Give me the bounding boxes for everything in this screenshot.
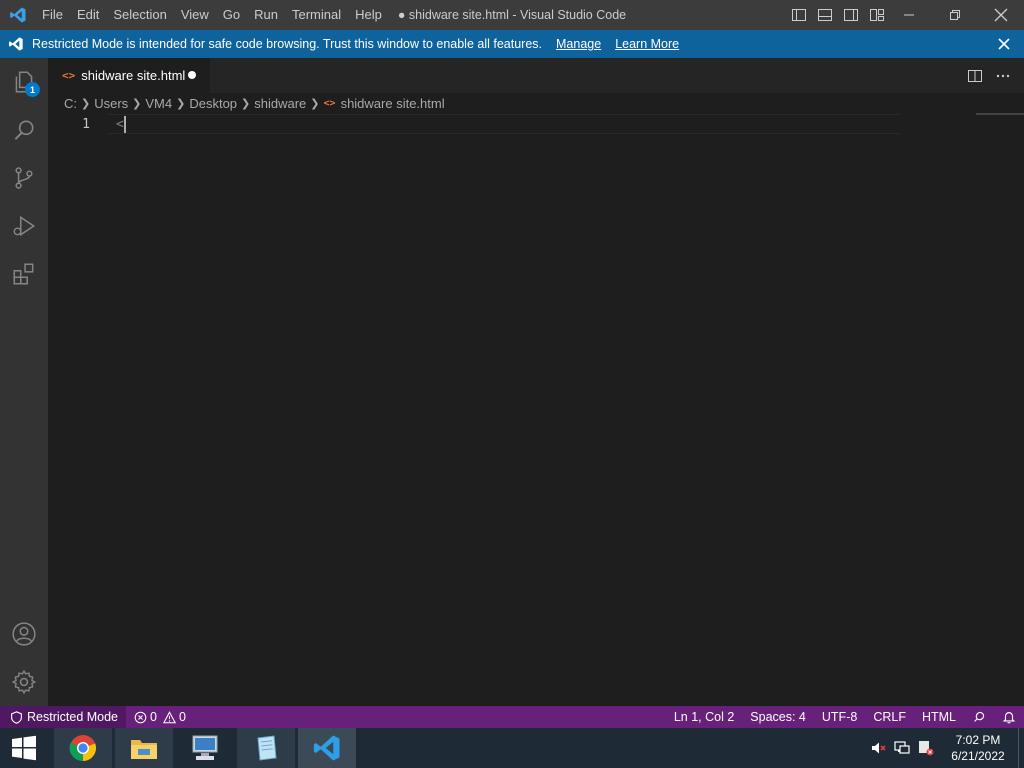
breadcrumb-drive[interactable]: C:: [64, 96, 77, 111]
breadcrumb-file[interactable]: shidware site.html: [341, 96, 445, 111]
split-editor-icon[interactable]: [966, 67, 984, 85]
html-file-icon: <>: [62, 69, 76, 82]
close-window-icon[interactable]: [978, 0, 1024, 30]
breadcrumb-vm4[interactable]: VM4: [145, 96, 172, 111]
source-control-icon[interactable]: [0, 154, 48, 202]
menu-view[interactable]: View: [174, 0, 216, 30]
toggle-primary-sidebar-icon[interactable]: [788, 0, 810, 30]
status-right: Ln 1, Col 2 Spaces: 4 UTF-8 CRLF HTML: [666, 706, 1024, 728]
warning-count: 0: [178, 710, 186, 724]
explorer-icon[interactable]: 1: [0, 58, 48, 106]
file-explorer-icon[interactable]: [115, 728, 173, 768]
customize-layout-icon[interactable]: [866, 0, 888, 30]
more-actions-icon[interactable]: [994, 67, 1012, 85]
restricted-mode-banner: Restricted Mode is intended for safe cod…: [0, 30, 1024, 58]
action-center-error-icon[interactable]: [914, 728, 938, 768]
notepad-icon[interactable]: [237, 728, 295, 768]
chevron-right-icon: ❯: [81, 97, 91, 110]
status-eol[interactable]: CRLF: [865, 706, 914, 728]
chevron-right-icon: ❯: [310, 97, 320, 110]
network-icon[interactable]: [890, 728, 914, 768]
chevron-right-icon: ❯: [176, 97, 186, 110]
window-controls: [886, 0, 1024, 30]
menu-file[interactable]: File: [35, 0, 70, 30]
windows-taskbar: 7:02 PM 6/21/2022: [0, 728, 1024, 768]
text-cursor: [124, 116, 126, 133]
line-number: 1: [82, 117, 90, 132]
layout-controls: [788, 0, 888, 30]
status-cursor-position[interactable]: Ln 1, Col 2: [666, 706, 742, 728]
error-icon: [134, 711, 147, 723]
manage-link[interactable]: Manage: [556, 37, 601, 51]
menu-terminal[interactable]: Terminal: [285, 0, 348, 30]
status-encoding[interactable]: UTF-8: [814, 706, 865, 728]
breadcrumb: C: ❯ Users ❯ VM4 ❯ Desktop ❯ shidware ❯ …: [48, 93, 1024, 113]
shield-icon: [11, 710, 22, 724]
html-file-icon: <>: [323, 97, 336, 109]
warning-icon: [162, 710, 176, 723]
remote-desktop-icon[interactable]: [176, 728, 234, 768]
status-indentation[interactable]: Spaces: 4: [742, 706, 814, 728]
clock-date: 6/21/2022: [951, 749, 1005, 763]
minimize-icon[interactable]: [886, 0, 932, 30]
menu-go[interactable]: Go: [216, 0, 247, 30]
extensions-icon[interactable]: [0, 250, 48, 298]
editor-tabs: <> shidware site.html: [48, 58, 1024, 93]
menu-run[interactable]: Run: [247, 0, 285, 30]
menu-selection[interactable]: Selection: [106, 0, 173, 30]
toggle-secondary-sidebar-icon[interactable]: [840, 0, 862, 30]
banner-message: Restricted Mode is intended for safe cod…: [32, 37, 542, 51]
status-language-mode[interactable]: HTML: [914, 706, 964, 728]
settings-gear-icon[interactable]: [0, 658, 48, 706]
menu-help[interactable]: Help: [348, 0, 389, 30]
restricted-mode-label: Restricted Mode: [27, 710, 119, 724]
taskbar-clock[interactable]: 7:02 PM 6/21/2022: [938, 732, 1018, 764]
code-editor[interactable]: 1 <: [48, 113, 1024, 706]
accounts-icon[interactable]: [0, 610, 48, 658]
chevron-right-icon: ❯: [241, 97, 251, 110]
clock-time: 7:02 PM: [955, 733, 1001, 747]
vscode-taskbar-icon[interactable]: [298, 728, 356, 768]
explorer-badge: 1: [25, 82, 40, 97]
breadcrumb-shidware[interactable]: shidware: [254, 96, 306, 111]
restore-icon[interactable]: [932, 0, 978, 30]
error-count: 0: [150, 710, 157, 724]
activity-bar: 1: [0, 58, 48, 706]
status-bar: Restricted Mode 0 0 Ln 1, Col 2 Spaces: …: [0, 706, 1024, 728]
vscode-banner-icon: [0, 36, 32, 52]
code-line[interactable]: <: [116, 115, 124, 134]
menu-edit[interactable]: Edit: [70, 0, 106, 30]
unsaved-dot-icon[interactable]: [188, 71, 196, 79]
chevron-right-icon: ❯: [132, 97, 142, 110]
run-debug-icon[interactable]: [0, 202, 48, 250]
feedback-icon[interactable]: [964, 706, 994, 728]
system-tray: 7:02 PM 6/21/2022: [866, 728, 1024, 768]
search-icon[interactable]: [0, 106, 48, 154]
menu-bar: File Edit Selection View Go Run Terminal…: [35, 0, 389, 30]
breadcrumb-users[interactable]: Users: [94, 96, 128, 111]
minimap-edge: [976, 113, 1024, 115]
show-desktop-button[interactable]: [1018, 728, 1024, 768]
status-restricted-mode[interactable]: Restricted Mode: [0, 706, 127, 728]
tab-shidware-site-html[interactable]: <> shidware site.html: [48, 58, 210, 93]
volume-muted-icon[interactable]: [866, 728, 890, 768]
breadcrumb-desktop[interactable]: Desktop: [189, 96, 237, 111]
status-problems[interactable]: 0 0: [126, 710, 194, 724]
chrome-icon[interactable]: [54, 728, 112, 768]
notifications-bell-icon[interactable]: [994, 706, 1024, 728]
close-banner-icon[interactable]: [996, 36, 1012, 52]
editor-actions: [966, 58, 1012, 93]
windows-start-icon[interactable]: [0, 728, 48, 768]
learn-more-link[interactable]: Learn More: [615, 37, 679, 51]
current-line-highlight: [108, 114, 900, 134]
toggle-panel-icon[interactable]: [814, 0, 836, 30]
vscode-logo-icon: [0, 0, 35, 30]
title-bar: File Edit Selection View Go Run Terminal…: [0, 0, 1024, 30]
tab-label: shidware site.html: [81, 68, 186, 83]
